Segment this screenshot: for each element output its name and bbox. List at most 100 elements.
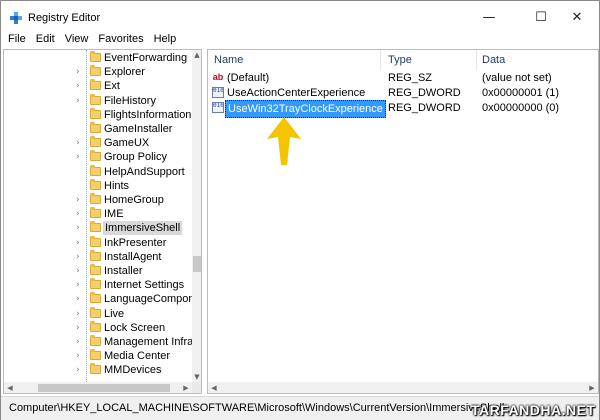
tree-item-label: Internet Settings [104, 279, 185, 292]
value-type: REG_SZ [388, 72, 433, 84]
tree-item[interactable]: › HomeGroup [4, 193, 193, 207]
tree-item[interactable]: › InstallAgent [4, 249, 193, 264]
tree-item[interactable]: › MMDevices [4, 363, 193, 377]
tree-item-label: Ext [104, 80, 120, 93]
chevron-right-icon[interactable]: › [76, 264, 80, 278]
tree-horizontal-scroll-thumb[interactable] [38, 384, 170, 392]
chevron-right-icon[interactable]: › [76, 207, 80, 221]
tree-item[interactable]: FlightsInformation [4, 107, 193, 122]
chevron-right-icon[interactable]: › [76, 349, 80, 363]
tree-item-label: Live [104, 307, 125, 320]
chevron-right-icon[interactable]: › [76, 79, 80, 93]
folder-icon [90, 335, 101, 346]
watermark-text: TARFANDHA.NET [471, 402, 596, 418]
tree-item[interactable]: › Lock Screen [4, 320, 193, 335]
annotation-up-arrow-icon [267, 117, 301, 165]
tree-vertical-scroll-thumb[interactable] [193, 256, 201, 272]
column-header-data[interactable]: Data [482, 54, 505, 66]
menu-edit[interactable]: Edit [31, 33, 60, 47]
tree-item-label: InkPresenter [104, 236, 167, 249]
chevron-right-icon[interactable]: › [76, 236, 80, 250]
folder-icon [90, 249, 101, 261]
column-separator[interactable] [380, 50, 381, 70]
registry-editor-icon [10, 12, 22, 24]
menu-favorites[interactable]: Favorites [93, 33, 148, 47]
tree-item-label: Explorer [104, 66, 145, 79]
value-row-useactioncenterexperience[interactable]: 010 UseActionCenterExperience REG_DWORD … [208, 86, 598, 100]
folder-icon [90, 264, 101, 275]
tree-item-label: Installer [104, 265, 143, 277]
close-button[interactable]: ✕ [555, 1, 599, 33]
column-header-type[interactable]: Type [388, 54, 412, 66]
tree-vertical-scrollbar[interactable]: ▲ ▼ [192, 50, 201, 382]
tree-item[interactable]: EventForwarding [4, 51, 193, 65]
tree-item[interactable]: › Explorer [4, 65, 193, 79]
chevron-right-icon[interactable]: › [76, 321, 80, 335]
tree-item[interactable]: › Internet Settings [4, 278, 193, 292]
folder-icon [90, 51, 101, 62]
dword-value-icon: 010 [212, 102, 224, 113]
tree-horizontal-scrollbar[interactable]: ◀ ▶ [4, 382, 201, 393]
values-horizontal-scrollbar[interactable]: ◀ ▶ [208, 382, 598, 393]
menu-help[interactable]: Help [149, 33, 182, 47]
column-separator[interactable] [476, 50, 477, 70]
tree-item-label: GameInstaller [104, 123, 173, 135]
tree-item-label: HelpAndSupport [104, 165, 185, 178]
tree-item-label: LanguageComponentsInstaller [104, 293, 193, 306]
tree-item[interactable]: › Live [4, 306, 193, 321]
menu-file[interactable]: File [1, 33, 31, 47]
values-list-pane[interactable]: Name Type Data ab (Default) REG_SZ (valu… [207, 49, 599, 394]
chevron-right-icon[interactable]: › [76, 94, 80, 108]
value-name: UseWin32TrayClockExperience [225, 100, 386, 118]
title-bar[interactable]: Registry Editor — ☐ ✕ [1, 1, 599, 33]
menu-view[interactable]: View [60, 33, 94, 47]
scroll-right-icon[interactable]: ▶ [180, 382, 192, 393]
folder-icon [90, 122, 101, 133]
key-tree-pane[interactable]: EventForwarding › Explorer › Ext › FileHistory… [3, 49, 202, 394]
chevron-right-icon[interactable]: › [76, 307, 80, 321]
tree-item[interactable]: › LanguageComponentsInstaller [4, 292, 193, 306]
string-value-icon: ab [212, 72, 224, 82]
tree-item[interactable]: › FileHistory [4, 93, 193, 108]
scroll-left-icon[interactable]: ◀ [4, 382, 16, 393]
tree-item-label: FileHistory [104, 94, 156, 107]
tree-item[interactable]: Hints [4, 178, 193, 193]
tree-item[interactable]: HelpAndSupport [4, 164, 193, 179]
scroll-left-icon[interactable]: ◀ [208, 382, 220, 393]
folder-icon [90, 65, 101, 77]
scroll-down-icon[interactable]: ▼ [192, 372, 201, 382]
tree-item[interactable]: › Ext [4, 79, 193, 93]
scroll-up-icon[interactable]: ▲ [192, 50, 201, 60]
tree-item[interactable]: GameInstaller [4, 122, 193, 136]
folder-icon [90, 207, 101, 219]
tree-item[interactable]: › Management Infrastructure [4, 335, 193, 349]
registry-path: Computer\HKEY_LOCAL_MACHINE\SOFTWARE\Mic… [9, 402, 505, 414]
scroll-right-icon[interactable]: ▶ [586, 382, 598, 393]
chevron-right-icon[interactable]: › [76, 65, 80, 79]
tree-item-label: Management Infrastructure [104, 336, 193, 348]
column-header-name[interactable]: Name [214, 54, 243, 66]
chevron-right-icon[interactable]: › [76, 335, 80, 349]
chevron-right-icon[interactable]: › [76, 193, 80, 207]
chevron-right-icon[interactable]: › [76, 292, 80, 306]
tree-item[interactable]: › Installer [4, 264, 193, 278]
chevron-right-icon[interactable]: › [76, 150, 80, 164]
tree-item[interactable]: › InkPresenter [4, 235, 193, 250]
tree-item[interactable]: › ImmersiveShell [4, 221, 193, 236]
value-row-usewin32trayclockexperience[interactable]: 010 UseWin32TrayClockExperience REG_DWOR… [208, 100, 598, 118]
chevron-right-icon[interactable]: › [76, 221, 80, 235]
tree-item-label: HomeGroup [104, 194, 164, 206]
value-row-default[interactable]: ab (Default) REG_SZ (value not set) [208, 71, 598, 85]
folder-icon [90, 278, 101, 290]
chevron-right-icon[interactable]: › [76, 363, 80, 377]
minimize-button[interactable]: — [467, 1, 511, 33]
tree-item[interactable]: › Group Policy [4, 150, 193, 164]
tree-item[interactable]: › IME [4, 207, 193, 221]
tree-item[interactable]: › Media Center [4, 349, 193, 363]
chevron-right-icon[interactable]: › [76, 278, 80, 292]
tree-item-label: IME [104, 208, 124, 221]
chevron-right-icon[interactable]: › [76, 136, 80, 150]
tree-item[interactable]: › GameUX [4, 136, 193, 150]
folder-icon [90, 306, 101, 318]
chevron-right-icon[interactable]: › [76, 250, 80, 264]
